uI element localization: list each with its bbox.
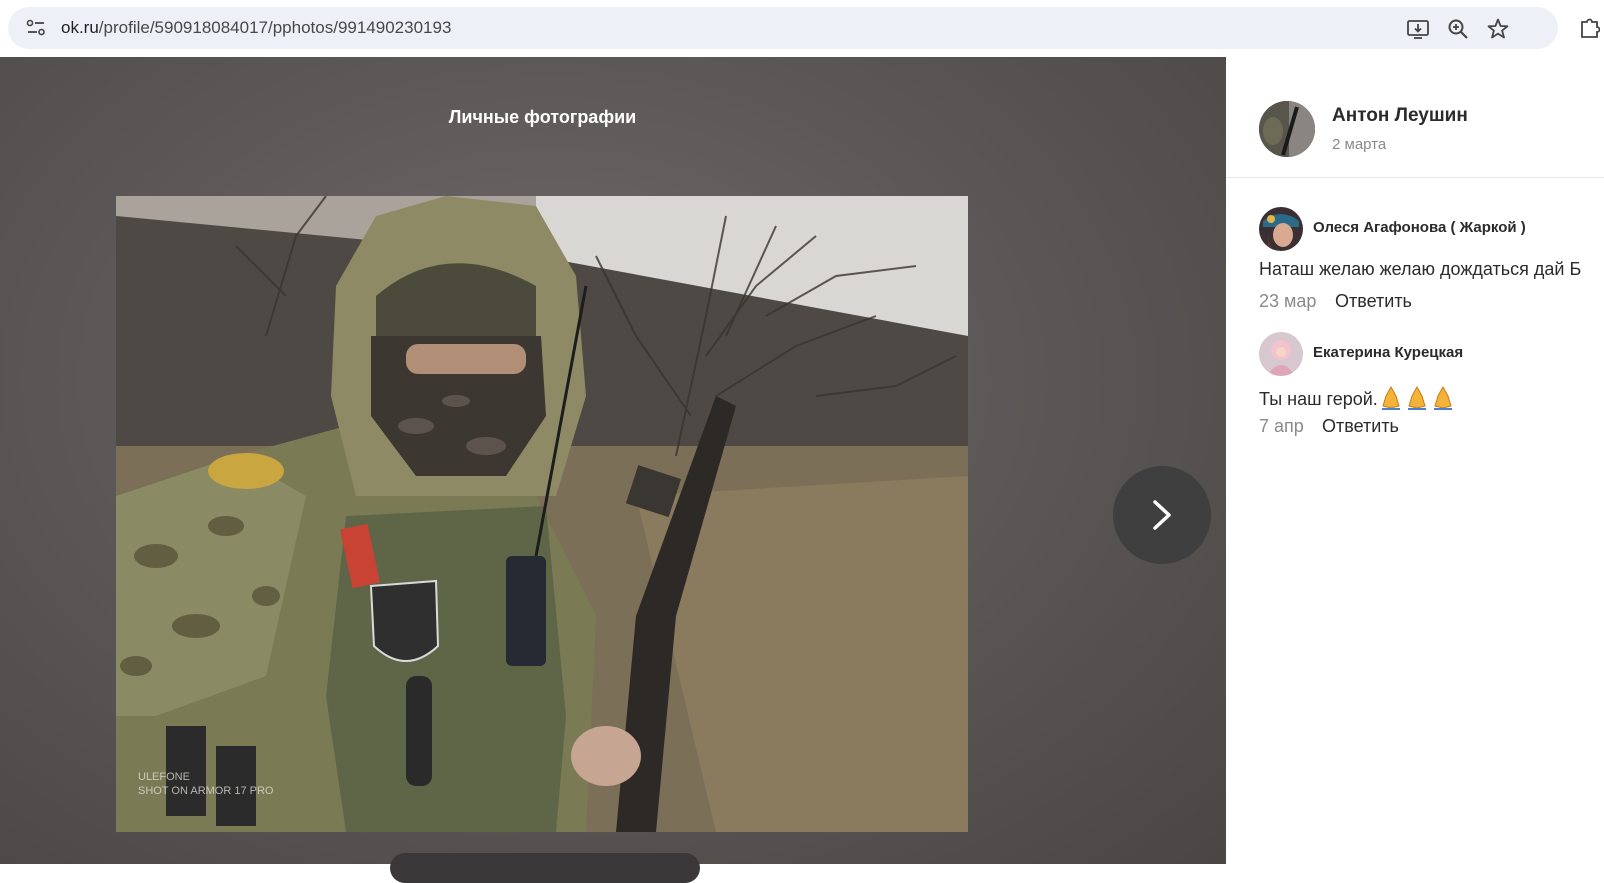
comment-date: 23 мар — [1259, 291, 1317, 311]
browser-toolbar: ok.ru/profile/590918084017/pphotos/99149… — [0, 0, 1604, 57]
reply-button[interactable]: Ответить — [1335, 291, 1412, 312]
chevron-right-icon — [1153, 500, 1171, 530]
photo-image[interactable]: ULEFONE SHOT ON ARMOR 17 PRO — [116, 196, 968, 832]
url-path: /profile/590918084017/pphotos/9914902301… — [98, 18, 452, 37]
comment-author[interactable]: Олеся Агафонова ( Жаркой ) — [1313, 219, 1526, 236]
comment-text-row: Ты наш герой. — [1259, 384, 1456, 410]
author-name[interactable]: Антон Леушин — [1332, 105, 1468, 127]
camera-watermark: ULEFONE SHOT ON ARMOR 17 PRO — [138, 770, 274, 798]
author-avatar-image — [1259, 101, 1315, 157]
watermark-line1: ULEFONE — [138, 771, 190, 783]
url-host: ok.ru — [61, 18, 99, 37]
comments-panel: Антон Леушин 2 марта Олеся Агафонова ( Ж… — [1226, 57, 1604, 864]
next-photo-button[interactable] — [1113, 466, 1211, 564]
comment-text: Ты наш герой. — [1259, 389, 1378, 409]
comment-date: 7 апр — [1259, 416, 1304, 436]
commenter-avatar-image — [1259, 207, 1303, 251]
site-info-icon[interactable] — [26, 19, 46, 37]
album-title: Личные фотографии — [448, 107, 637, 127]
photo-illustration — [116, 196, 968, 832]
watermark-line2: SHOT ON ARMOR 17 PRO — [138, 785, 274, 797]
install-app-icon[interactable] — [1406, 17, 1430, 41]
comment-text: Наташ желаю желаю дождаться дай Б — [1259, 259, 1582, 279]
photo-toolbar[interactable] — [390, 853, 700, 883]
divider — [1226, 177, 1604, 178]
address-bar[interactable]: ok.ru/profile/590918084017/pphotos/99149… — [8, 7, 1558, 49]
commenter-avatar-image — [1259, 332, 1303, 376]
reply-button[interactable]: Ответить — [1322, 416, 1399, 437]
photo-viewer: Личные фотографии ULEFONE SHOT ON ARMOR … — [0, 57, 1226, 883]
zoom-icon[interactable] — [1446, 17, 1470, 41]
bookmark-star-icon[interactable] — [1486, 17, 1510, 41]
comment-author[interactable]: Екатерина Курецкая — [1313, 344, 1463, 361]
extensions-icon[interactable] — [1578, 16, 1600, 40]
post-date: 2 марта — [1332, 136, 1387, 153]
url-text[interactable]: ok.ru/profile/590918084017/pphotos/99149… — [61, 18, 451, 38]
commenter-avatar[interactable] — [1259, 332, 1303, 376]
author-avatar[interactable] — [1259, 101, 1315, 157]
folded-hands-icon — [1378, 385, 1456, 410]
commenter-avatar[interactable] — [1259, 207, 1303, 251]
